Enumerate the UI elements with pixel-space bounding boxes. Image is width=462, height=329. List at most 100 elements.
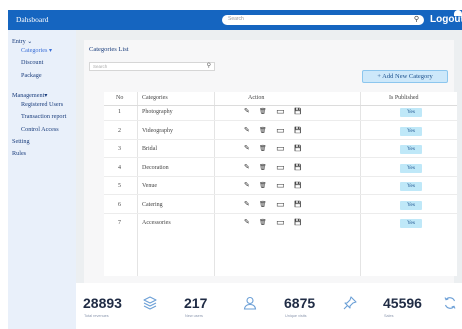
sidebar-item-rules[interactable]: Rules <box>12 150 26 157</box>
user-icon-head <box>455 4 461 9</box>
row-number: 3 <box>118 146 121 152</box>
search-input[interactable]: Search ⚲ <box>222 15 424 25</box>
categories-panel: Categories List Search ⚲ + Add New Categ… <box>84 40 457 290</box>
row-category-name: Bridal <box>142 146 157 152</box>
layers-icon <box>143 296 157 310</box>
sidebar-item-transaction-report[interactable]: Transaction report <box>21 113 66 120</box>
folder-icon[interactable]: ▭ <box>276 181 285 190</box>
sidebar-item-discount[interactable]: Discount <box>21 59 43 66</box>
stat-sales-value: 45596 <box>383 295 422 311</box>
sidebar-item-categories[interactable]: Categories ▾ <box>21 47 52 54</box>
category-search-input[interactable]: Search ⚲ <box>89 62 215 71</box>
trash-icon[interactable]: 🗑 <box>259 182 267 190</box>
folder-icon[interactable]: ▭ <box>276 144 285 153</box>
add-category-button[interactable]: + Add New Category <box>362 70 448 83</box>
header-no: No <box>116 95 124 101</box>
published-badge[interactable]: Yes <box>400 219 422 228</box>
trash-icon[interactable]: 🗑 <box>259 127 267 135</box>
row-category-name: Videography <box>142 127 173 134</box>
edit-icon[interactable]: ✎ <box>244 164 250 172</box>
chevron-down-icon: ⌄ <box>27 38 33 45</box>
folder-icon[interactable]: ▭ <box>276 218 285 227</box>
row-number: 2 <box>118 127 121 134</box>
row-number: 5 <box>118 183 121 189</box>
stat-unique-visits-label: Unique visits <box>285 314 307 318</box>
categories-table: No Categories Action Is Published 1 Photo… <box>104 92 457 276</box>
sidebar-item-management[interactable]: Management▾ <box>12 92 47 99</box>
published-badge[interactable]: Yes <box>400 126 422 136</box>
published-badge[interactable]: Yes <box>400 108 422 117</box>
stat-sales-label: Sales <box>384 314 394 318</box>
folder-icon[interactable]: ▭ <box>276 162 285 171</box>
row-category-name: Venue <box>142 183 157 189</box>
row-divider <box>104 194 457 195</box>
trash-icon[interactable]: 🗑 <box>259 145 267 153</box>
row-category-name: Accessories <box>142 220 171 226</box>
row-divider <box>104 157 457 158</box>
row-divider <box>104 175 457 177</box>
edit-icon[interactable]: ✎ <box>244 182 250 190</box>
user-icon[interactable] <box>454 4 462 16</box>
stat-total-revenues-label: Total revenues <box>84 314 109 318</box>
stat-total-revenues-value: 28893 <box>83 295 122 311</box>
save-icon[interactable]: 💾 <box>294 164 301 172</box>
sidebar-item-control-access[interactable]: Control Access <box>21 126 59 133</box>
row-category-name: Decoration <box>142 164 169 171</box>
sidebar-item-setting[interactable]: Setting <box>12 138 30 145</box>
edit-icon[interactable]: ✎ <box>244 201 250 209</box>
row-number: 7 <box>118 220 121 226</box>
published-badge[interactable]: Yes <box>400 163 422 173</box>
trash-icon[interactable]: 🗑 <box>259 201 267 209</box>
stat-new-users-label: New users <box>185 314 203 318</box>
published-badge[interactable]: Yes <box>400 182 422 191</box>
save-icon[interactable]: 💾 <box>294 145 301 153</box>
edit-icon[interactable]: ✎ <box>244 219 250 227</box>
folder-icon[interactable]: ▭ <box>276 199 285 208</box>
edit-icon[interactable]: ✎ <box>244 127 250 135</box>
header-categories: Categories <box>142 95 168 101</box>
stats-bar: 28893 Total revenues 217 New users 6875 … <box>76 283 462 329</box>
sidebar-item-entry[interactable]: Entry ⌄ <box>12 38 32 45</box>
sidebar-management-label: Management <box>12 92 45 99</box>
folder-icon[interactable]: ▭ <box>276 107 285 116</box>
row-number: 4 <box>118 164 121 171</box>
published-badge[interactable]: Yes <box>400 200 422 210</box>
save-icon[interactable]: 💾 <box>294 219 301 227</box>
header-bar: Dahsboard Search ⚲ Logout <box>8 10 462 30</box>
save-icon[interactable]: 💾 <box>294 127 301 135</box>
trash-icon[interactable]: 🗑 <box>259 108 267 116</box>
published-badge[interactable]: Yes <box>400 145 422 154</box>
sidebar: Entry ⌄ Categories ▾ Discount Package Ma… <box>8 30 76 329</box>
user-icon-body <box>454 10 462 16</box>
folder-icon[interactable]: ▭ <box>276 125 285 134</box>
sidebar-entry-label: Entry <box>12 38 26 45</box>
brand-title[interactable]: Dahsboard <box>16 15 49 24</box>
sidebar-item-registered-users[interactable]: Registered Users <box>21 101 63 108</box>
category-search-placeholder: Search <box>93 64 108 69</box>
search-icon[interactable]: ⚲ <box>207 62 211 69</box>
sidebar-categories-label: Categories <box>21 47 48 54</box>
row-divider <box>104 120 457 121</box>
save-icon[interactable]: 💾 <box>294 108 301 116</box>
trash-icon[interactable]: 🗑 <box>259 164 267 172</box>
edit-icon[interactable]: ✎ <box>244 108 250 116</box>
header-action: Action <box>248 95 265 101</box>
refresh-icon <box>444 297 456 309</box>
save-icon[interactable]: 💾 <box>294 201 301 209</box>
search-icon[interactable]: ⚲ <box>414 16 419 24</box>
stat-unique-visits-value: 6875 <box>284 295 316 311</box>
save-icon[interactable]: 💾 <box>294 182 301 190</box>
page-title: Categories List <box>89 46 129 53</box>
caret-down-icon: ▾ <box>49 47 53 54</box>
header-published: Is Published <box>389 95 419 101</box>
stat-new-users-value: 217 <box>184 295 208 311</box>
row-number: 6 <box>118 201 121 208</box>
trash-icon[interactable]: 🗑 <box>259 219 267 227</box>
sidebar-item-package[interactable]: Package <box>21 72 42 79</box>
row-category-name: Catering <box>142 201 163 208</box>
pin-icon <box>343 296 357 310</box>
caret-down-icon: ▾ <box>44 92 48 99</box>
search-placeholder: Search <box>228 16 244 22</box>
row-category-name: Photography <box>142 109 173 115</box>
edit-icon[interactable]: ✎ <box>244 145 250 153</box>
